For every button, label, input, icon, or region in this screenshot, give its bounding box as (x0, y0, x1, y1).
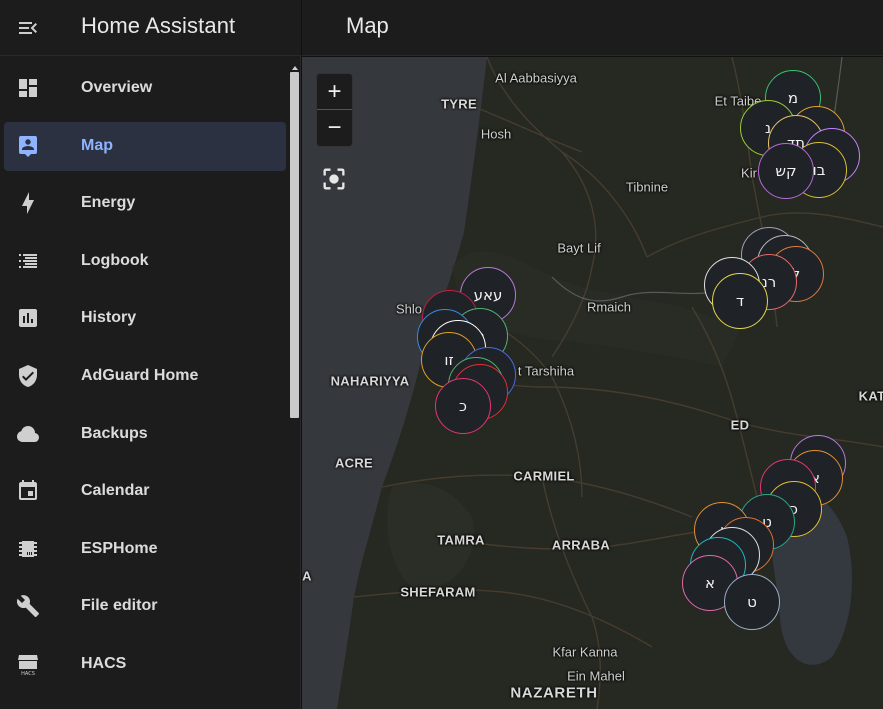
lightning-bolt-icon (16, 191, 40, 215)
person-marker[interactable]: ט (724, 574, 780, 630)
svg-text:HACS: HACS (21, 671, 35, 676)
map-place-label: Al Aabbasiyya (495, 70, 577, 86)
menu-button[interactable] (12, 12, 44, 44)
sidebar-item-file-editor[interactable]: File editor (4, 582, 286, 631)
map-place-label: TAMRA (437, 532, 485, 548)
chip-icon (16, 537, 40, 561)
sidebar-item-logbook[interactable]: Logbook (4, 237, 286, 286)
sidebar-item-label: Map (81, 136, 113, 154)
map-place-label: CARMIEL (513, 468, 575, 484)
map-place-label: TYRE (441, 96, 477, 112)
map-place-label: Hosh (480, 126, 512, 142)
shield-check-icon (16, 364, 40, 388)
map-place-label: Rmaich (586, 299, 632, 315)
map-place-label: Kir (741, 165, 757, 181)
cloud-icon (16, 422, 40, 446)
scrollbar-thumb[interactable] (290, 72, 299, 418)
map-place-label: Ein Mahel (567, 668, 625, 684)
map-place-label: Kfar Kanna (552, 644, 618, 660)
sidebar-item-backups[interactable]: Backups (4, 410, 286, 459)
map-place-label: Tibnine (625, 179, 669, 195)
sidebar-item-hacs[interactable]: HACS HACS (4, 640, 286, 689)
sidebar-item-label: Logbook (81, 251, 149, 269)
dashboard-icon (16, 76, 40, 100)
zoom-in-button[interactable]: + (317, 74, 352, 110)
sidebar-item-label: Energy (81, 194, 136, 212)
sidebar-item-label: Calendar (81, 482, 150, 500)
app-title: Home Assistant (81, 13, 236, 38)
person-marker[interactable]: ד (712, 273, 768, 329)
scroll-up-arrow-icon[interactable] (291, 64, 299, 72)
map-place-label: Shlo (395, 301, 423, 317)
toolbar: Map (302, 0, 883, 56)
hacs-store-icon: HACS (16, 652, 40, 676)
person-marker[interactable]: כ (435, 378, 491, 434)
sidebar-item-overview[interactable]: Overview (4, 64, 286, 113)
zoom-control: + − (316, 73, 353, 147)
map-place-label: Bayt Lif (557, 240, 601, 256)
sidebar-item-label: AdGuard Home (81, 366, 199, 384)
sidebar-header: Home Assistant (0, 0, 301, 56)
chart-box-icon (16, 306, 40, 330)
sidebar-item-label: History (81, 309, 137, 327)
sidebar-item-calendar[interactable]: Calendar (4, 467, 286, 516)
sidebar-item-label: Overview (81, 79, 153, 96)
map-place-label: KAT (858, 388, 883, 404)
map-place-label: NAHARIYYA (330, 373, 410, 389)
sidebar: Home Assistant Overview Map Energy Logbo… (0, 0, 301, 709)
page-title: Map (346, 13, 389, 38)
person-marker[interactable]: קש (758, 143, 814, 199)
sidebar-item-label: ESPHome (81, 539, 158, 557)
sidebar-item-adguard-home[interactable]: AdGuard Home (4, 352, 286, 401)
sidebar-item-energy[interactable]: Energy (4, 179, 286, 228)
zoom-out-button[interactable]: − (317, 110, 352, 146)
map-view[interactable]: + − Al Aabbasiyya TYRE Hosh Et Taibe Tibnine… (302, 57, 883, 709)
menu-open-icon (19, 22, 37, 34)
calendar-icon (16, 479, 40, 503)
format-list-bulleted-icon (16, 249, 40, 273)
sidebar-item-map[interactable]: Map (4, 121, 286, 171)
fit-to-markers-icon[interactable] (320, 165, 348, 193)
sidebar-scrollbar[interactable] (290, 64, 300, 424)
sidebar-nav: Overview Map Energy Logbook History AdGu… (0, 64, 290, 698)
sidebar-item-label: File editor (81, 597, 158, 615)
map-place-label: SHEFARAM (400, 584, 476, 600)
map-place-label: A (302, 568, 312, 584)
sidebar-item-esphome[interactable]: ESPHome (4, 525, 286, 574)
map-place-label: ED (730, 417, 750, 433)
sidebar-item-label: Backups (81, 424, 148, 442)
map-place-label: ACRE (334, 455, 374, 471)
map-place-label: ARRABA (551, 537, 611, 553)
wrench-icon (16, 594, 40, 618)
sidebar-item-history[interactable]: History (4, 294, 286, 343)
map-place-label: NAZARETH (510, 684, 598, 702)
sidebar-item-label: HACS (81, 654, 127, 672)
map-marker-account-icon (16, 134, 40, 158)
map-place-label: t Tarshiha (517, 363, 575, 379)
